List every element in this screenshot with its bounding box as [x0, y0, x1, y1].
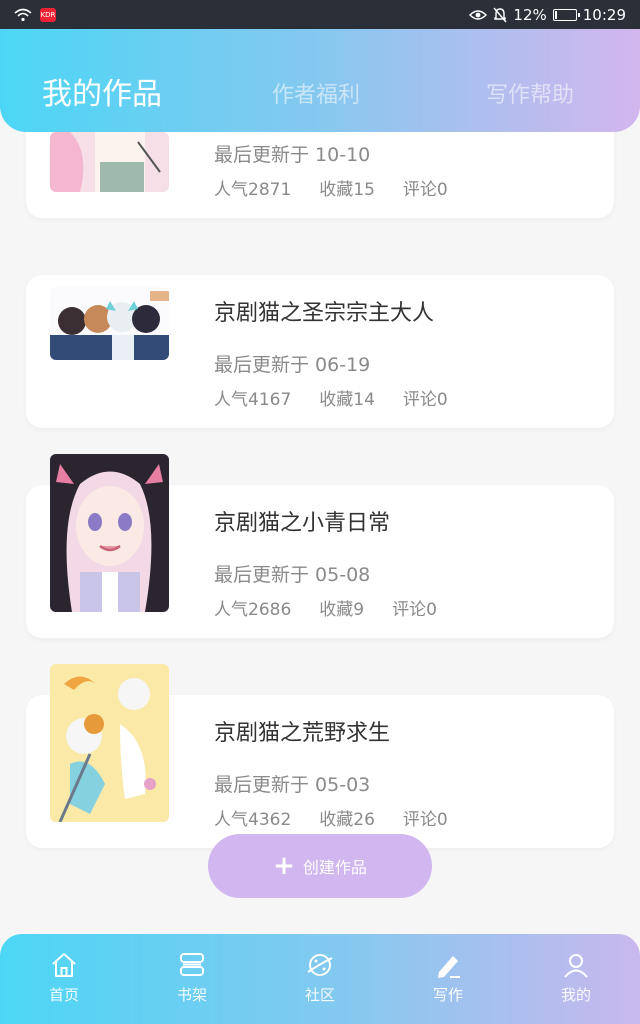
nav-bookshelf[interactable]: 书架: [128, 934, 256, 1024]
work-cover-image[interactable]: [50, 664, 169, 822]
work-favorites: 收藏26: [319, 810, 375, 830]
bookshelf-icon: [180, 953, 204, 976]
nav-home-label: 首页: [48, 986, 79, 1004]
work-updated-date: 最后更新于 05-08: [214, 564, 371, 586]
nav-community-label: 社区: [304, 986, 335, 1004]
work-cover-image[interactable]: [50, 454, 169, 612]
nav-bookshelf-label: 书架: [176, 986, 207, 1004]
work-updated-date: 最后更新于 05-03: [214, 774, 371, 796]
work-stats: 人气2871 收藏15 评论0: [214, 175, 448, 200]
nav-write[interactable]: 写作: [384, 934, 512, 1024]
work-stats: 人气4167 收藏14 评论0: [214, 385, 448, 410]
work-updated-date: 最后更新于 10-10: [214, 144, 371, 166]
work-comments: 评论0: [402, 180, 448, 200]
work-cover-image[interactable]: [50, 287, 169, 360]
work-favorites: 收藏15: [319, 180, 375, 200]
wifi-icon: [14, 8, 32, 21]
work-popularity: 人气4167: [214, 390, 292, 410]
planet-icon: [307, 954, 333, 976]
work-comments: 评论0: [402, 390, 448, 410]
work-favorites: 收藏14: [319, 390, 375, 410]
tab-my-works[interactable]: 我的作品: [42, 69, 162, 113]
header-tabs: 我的作品 作者福利 写作帮助: [0, 29, 640, 132]
nav-write-label: 写作: [432, 986, 463, 1004]
battery-icon: [552, 8, 580, 21]
work-popularity: 人气4362: [214, 810, 292, 830]
user-icon: [564, 954, 588, 978]
work-comments: 评论0: [402, 810, 448, 830]
work-popularity: 人气2871: [214, 180, 292, 200]
home-icon: [52, 953, 76, 977]
tab-author-benefits[interactable]: 作者福利: [272, 77, 360, 109]
create-work-label: 创建作品: [302, 858, 367, 877]
work-popularity: 人气2686: [214, 600, 292, 620]
work-favorites: 收藏9: [319, 600, 365, 620]
plus-icon: +: [273, 851, 295, 881]
battery-fill: [554, 10, 557, 19]
work-title: 京剧猫之小青日常: [214, 511, 391, 536]
pen-icon: [438, 956, 460, 978]
work-stats: 人气2686 收藏9 评论0: [214, 595, 437, 620]
create-work-button[interactable]: + 创建作品: [208, 834, 432, 898]
work-stats: 人气4362 收藏26 评论0: [214, 805, 448, 830]
nav-mine-label: 我的: [560, 986, 591, 1004]
nav-community[interactable]: 社区: [256, 934, 384, 1024]
bell-muted-icon: [493, 7, 507, 22]
nav-mine[interactable]: 我的: [512, 934, 640, 1024]
status-bar: KDR 12% 10:29: [0, 0, 640, 29]
work-comments: 评论0: [392, 600, 437, 620]
battery-percent: 12%: [513, 5, 547, 24]
work-title: 京剧猫之圣宗宗主大人: [214, 301, 435, 326]
bottom-nav: 首页 书架 社区 写作 我的: [0, 934, 640, 1024]
work-cover-image[interactable]: [50, 132, 169, 192]
eye-icon: [469, 9, 488, 20]
clock: 10:29: [582, 5, 626, 24]
app-notification-icon: KDR: [40, 7, 56, 22]
tab-writing-help[interactable]: 写作帮助: [486, 77, 574, 109]
work-title: 京剧猫之荒野求生: [214, 721, 391, 746]
work-updated-date: 最后更新于 06-19: [214, 354, 371, 376]
nav-home[interactable]: 首页: [0, 934, 128, 1024]
works-list: 最后更新于 10-10 人气2871 收藏15 评论0 京剧猫之圣宗宗主大人 最…: [0, 132, 640, 932]
